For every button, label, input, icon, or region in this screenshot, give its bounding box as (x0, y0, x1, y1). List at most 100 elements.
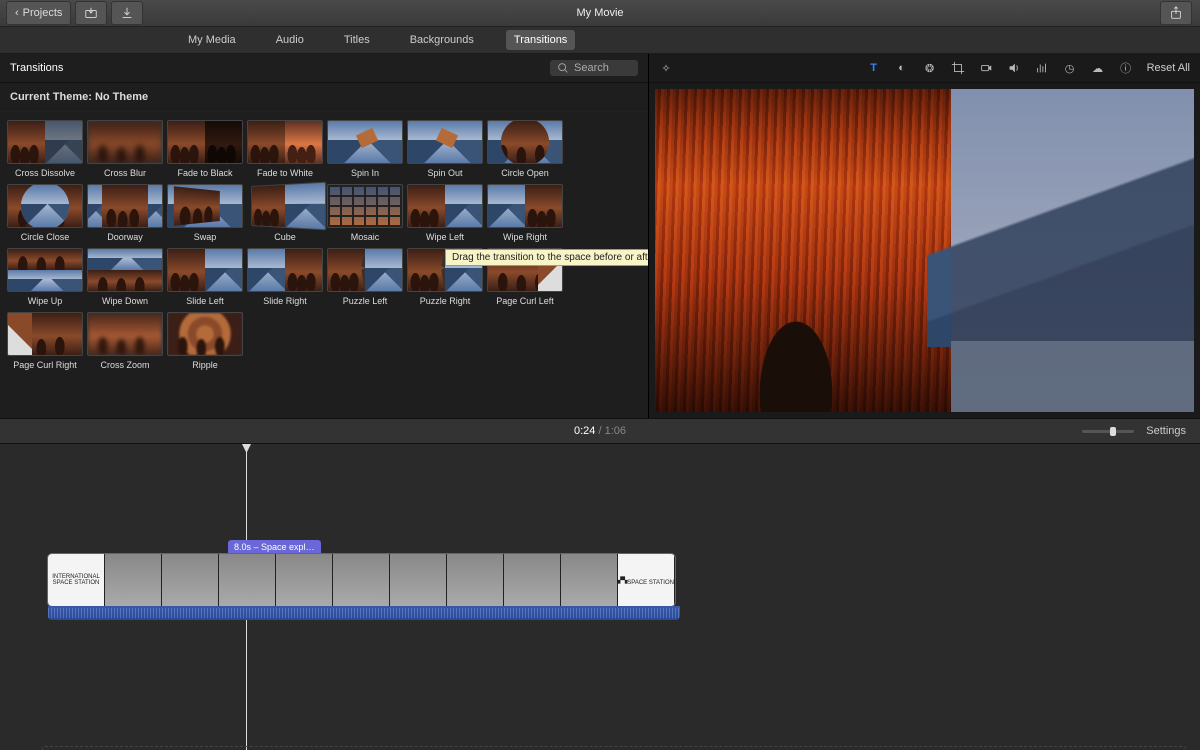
share-icon (1169, 6, 1183, 20)
transition-label: Circle Open (501, 168, 549, 178)
transition-label: Cross Zoom (100, 360, 149, 370)
transition-cross-blur[interactable]: Cross Blur (88, 120, 162, 178)
transition-label: Ripple (192, 360, 218, 370)
chevron-left-icon: ‹ (15, 7, 19, 19)
transition-cube[interactable]: Cube (248, 184, 322, 242)
transition-wipe-left[interactable]: Wipe Left (408, 184, 482, 242)
color-wheel-icon[interactable]: ❂ (923, 61, 937, 75)
stabilize-icon[interactable] (979, 61, 993, 75)
transition-label: Fade to White (257, 168, 313, 178)
tab-backgrounds[interactable]: Backgrounds (402, 30, 482, 50)
transition-label: Cross Blur (104, 168, 146, 178)
transition-label: Wipe Right (503, 232, 547, 242)
filter-icon[interactable]: ☁ (1091, 61, 1105, 75)
projects-label: Projects (23, 7, 63, 19)
clip-frame: INTERNATIONAL SPACE STATION (48, 554, 105, 606)
download-icon (120, 6, 134, 20)
download-button[interactable] (111, 1, 143, 25)
video-clip[interactable]: INTERNATIONAL SPACE STATION ▞▚SPACE STATI… (48, 554, 675, 606)
clip-frame (504, 554, 561, 606)
transition-cross-dissolve[interactable]: Cross Dissolve (8, 120, 82, 178)
settings-button[interactable]: Settings (1146, 425, 1186, 437)
clip-frame (390, 554, 447, 606)
transition-fade-to-black[interactable]: Fade to Black (168, 120, 242, 178)
color-balance-icon[interactable]: ◐ (895, 61, 909, 75)
clip-frame (447, 554, 504, 606)
titlebar: ‹ Projects My Movie (0, 0, 1200, 27)
magic-wand-icon[interactable]: ✧ (659, 61, 673, 75)
transition-label: Fade to Black (177, 168, 232, 178)
transition-label: Swap (194, 232, 217, 242)
equalizer-icon[interactable] (1035, 61, 1049, 75)
transition-label: Spin In (351, 168, 379, 178)
transition-slide-left[interactable]: Slide Left (168, 248, 242, 306)
transition-label: Spin Out (427, 168, 462, 178)
transition-spin-in[interactable]: Spin In (328, 120, 402, 178)
zoom-slider[interactable] (1082, 430, 1134, 433)
tab-transitions[interactable]: Transitions (506, 30, 575, 50)
transition-label: Puzzle Left (343, 296, 388, 306)
transition-page-curl-right[interactable]: Page Curl Right (8, 312, 82, 370)
clip-frame (333, 554, 390, 606)
transition-wipe-down[interactable]: Wipe Down (88, 248, 162, 306)
speed-icon[interactable]: ◷ (1063, 61, 1077, 75)
transition-circle-open[interactable]: Circle Open (488, 120, 562, 178)
share-button[interactable] (1160, 1, 1192, 25)
transition-ripple[interactable]: Ripple (168, 312, 242, 370)
preview-canvas[interactable] (655, 89, 1194, 412)
music-well[interactable]: ♫ (42, 746, 1186, 750)
transition-label: Wipe Up (28, 296, 63, 306)
tab-audio[interactable]: Audio (268, 30, 312, 50)
clip-frame: ▞▚SPACE STATION (618, 554, 675, 606)
clip-frame (105, 554, 162, 606)
theme-label: Current Theme: No Theme (0, 83, 648, 112)
transition-label: Page Curl Left (496, 296, 554, 306)
drag-tooltip: Drag the transition to the space before … (445, 249, 648, 266)
transition-label: Mosaic (351, 232, 380, 242)
transition-puzzle-left[interactable]: Puzzle Left (328, 248, 402, 306)
transitions-grid: Cross Dissolve Cross Blur Fade to Black Fad… (0, 112, 648, 378)
transition-label: Slide Right (263, 296, 307, 306)
audio-clip[interactable] (48, 606, 680, 620)
transition-label: Wipe Down (102, 296, 148, 306)
timeline[interactable]: 8.0s – Space expl… INTERNATIONAL SPACE S… (0, 444, 1200, 750)
transition-slide-right[interactable]: Slide Right (248, 248, 322, 306)
search-input[interactable]: Search (550, 60, 638, 76)
transition-label: Doorway (107, 232, 143, 242)
transition-wipe-up[interactable]: Wipe Up (8, 248, 82, 306)
transition-label: Slide Left (186, 296, 224, 306)
transition-swap[interactable]: Swap (168, 184, 242, 242)
import-button[interactable] (75, 1, 107, 25)
window-title: My Movie (576, 7, 623, 19)
clip-label[interactable]: 8.0s – Space expl… (228, 540, 321, 554)
clip-frame (276, 554, 333, 606)
transition-label: Circle Close (21, 232, 70, 242)
transition-cross-zoom[interactable]: Cross Zoom (88, 312, 162, 370)
import-icon (84, 6, 98, 20)
search-icon (556, 61, 570, 75)
transition-circle-close[interactable]: Circle Close (8, 184, 82, 242)
clip-frame (561, 554, 618, 606)
transition-label: Cube (274, 232, 296, 242)
info-icon[interactable]: ⓘ (1119, 61, 1133, 75)
clip-frame (162, 554, 219, 606)
transition-doorway[interactable]: Doorway (88, 184, 162, 242)
transition-label: Cross Dissolve (15, 168, 75, 178)
preview-viewer: ✧ T ◐ ❂ ◷ ☁ ⓘ Reset All (649, 54, 1200, 418)
transition-mosaic[interactable]: Mosaic (328, 184, 402, 242)
reset-all-button[interactable]: Reset All (1147, 62, 1190, 74)
transition-spin-out[interactable]: Spin Out (408, 120, 482, 178)
text-tool-icon[interactable]: T (867, 61, 881, 75)
transitions-browser: Transitions Search Current Theme: No The… (0, 54, 649, 418)
transition-fade-to-white[interactable]: Fade to White (248, 120, 322, 178)
projects-button[interactable]: ‹ Projects (6, 1, 71, 25)
time-display: 0:24 / 1:06 (574, 425, 626, 437)
tab-my-media[interactable]: My Media (180, 30, 244, 50)
transition-label: Page Curl Right (13, 360, 77, 370)
browser-heading: Transitions (10, 62, 63, 74)
timeline-toolbar: 0:24 / 1:06 Settings (0, 418, 1200, 444)
transition-wipe-right[interactable]: Wipe Right (488, 184, 562, 242)
volume-icon[interactable] (1007, 61, 1021, 75)
tab-titles[interactable]: Titles (336, 30, 378, 50)
crop-icon[interactable] (951, 61, 965, 75)
